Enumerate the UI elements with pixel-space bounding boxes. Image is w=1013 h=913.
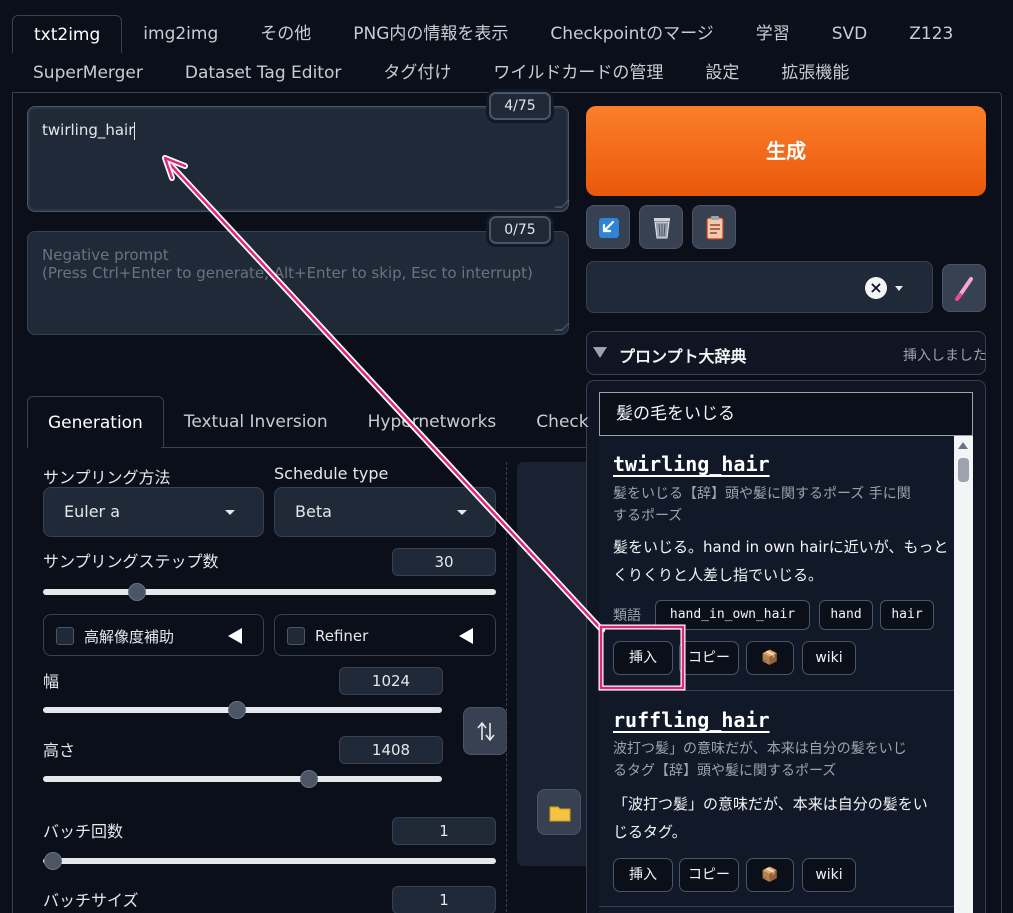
annotation-highlight-outline — [598, 624, 686, 691]
annotation-highlight-box — [599, 625, 685, 690]
annotation-arrow-line — [166, 160, 604, 632]
annotation-arrow-overlay — [162, 155, 686, 691]
